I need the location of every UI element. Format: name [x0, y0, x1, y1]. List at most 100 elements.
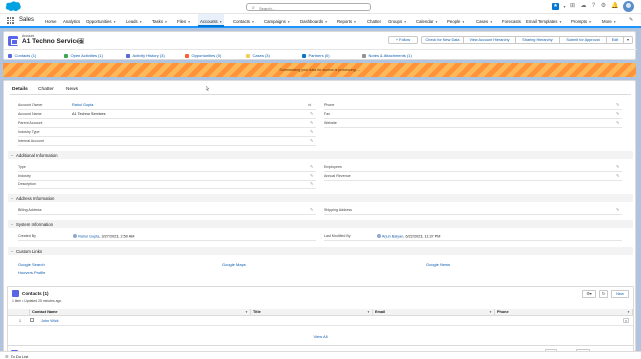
view-all-link[interactable]: View All: [8, 334, 633, 339]
new-contact-button[interactable]: New: [611, 290, 629, 298]
section-address-information[interactable]: ⌄ Address Information: [8, 194, 633, 202]
nav-item-analytics[interactable]: Analytics: [63, 14, 80, 27]
nav-item-forecasts[interactable]: Forecasts: [502, 14, 521, 27]
app-launcher-icon[interactable]: [7, 17, 14, 24]
more-actions-chevron-icon[interactable]: ▾: [624, 36, 633, 44]
quick-link-contacts[interactable]: Contacts (1): [8, 53, 36, 58]
nav-item-reports[interactable]: Reports ▼: [337, 14, 357, 27]
section-title: Additional Information: [16, 153, 58, 158]
nav-item-leads[interactable]: Leads ▼: [126, 14, 142, 27]
quick-link-open-activities[interactable]: Open Activities (1): [64, 53, 103, 58]
submit-for-approval-button[interactable]: Submit for Approval: [560, 36, 607, 44]
edit-pencil-icon[interactable]: ✎: [616, 120, 619, 125]
sharing-hierarchy-button[interactable]: Sharing Hierarchy: [516, 36, 560, 44]
column-header-contact-name[interactable]: Contact Name ▼: [30, 309, 251, 316]
edit-pencil-icon[interactable]: ✎: [616, 207, 619, 212]
quick-link-cases[interactable]: Cases (3): [246, 53, 270, 58]
edit-pencil-icon[interactable]: ✎: [310, 173, 313, 178]
help-icon[interactable]: ?: [590, 3, 597, 10]
nav-item-prompts[interactable]: Prompts ▼: [571, 14, 591, 27]
chevron-down-icon: ⌄: [10, 195, 14, 200]
custom-link-hoovers-profile[interactable]: Hoovers Profile: [18, 270, 45, 275]
follow-button[interactable]: + Follow: [388, 36, 418, 44]
edit-pencil-icon[interactable]: ✎: [616, 111, 619, 116]
modified-by-user-link[interactable]: Arjun Balyan: [382, 235, 404, 239]
custom-link-google-search[interactable]: Google Search: [18, 262, 45, 267]
custom-link-google-maps[interactable]: Google Maps: [222, 262, 246, 267]
nav-item-tasks[interactable]: Tasks ▼: [152, 14, 167, 27]
user-avatar[interactable]: [623, 1, 634, 12]
field-value-account-owner[interactable]: Rahul Gupta: [72, 103, 93, 107]
nav-item-campaigns[interactable]: Campaigns ▼: [264, 14, 290, 27]
section-custom-links[interactable]: ⌄ Custom Links: [8, 247, 633, 255]
utility-item-todo-list[interactable]: ☰ To Do List: [5, 354, 28, 359]
record-header: Account A1 Techno Services ⧉ + Follow Ch…: [3, 31, 637, 60]
edit-pencil-icon[interactable]: ✎: [310, 164, 313, 169]
edit-pencil-icon[interactable]: ✎: [616, 102, 619, 107]
field-label-industry: Industry: [18, 174, 31, 178]
check-new-data-button[interactable]: Check for New Data: [421, 36, 464, 44]
edit-pencil-icon[interactable]: ✎: [616, 173, 619, 178]
edit-pencil-icon[interactable]: ✎: [616, 164, 619, 169]
column-header-phone[interactable]: Phone ▼: [495, 309, 633, 316]
edit-pencil-icon[interactable]: ✎: [310, 129, 313, 134]
contacts-icon: [8, 53, 12, 58]
favorites-dropdown-icon[interactable]: ▾: [561, 3, 568, 10]
field-label-website: Website: [324, 121, 337, 125]
modified-by-date: , 6/22/2023, 11:37 PM: [403, 234, 441, 239]
notification-bell-icon[interactable]: 🔔: [611, 3, 618, 10]
edit-pencil-icon[interactable]: ✎: [310, 181, 313, 186]
salesforce-logo[interactable]: [5, 1, 21, 12]
processing-banner: Summarizing your data for access is proc…: [3, 63, 636, 77]
global-search-input[interactable]: ⌕ Search...: [246, 3, 371, 11]
edit-nav-pencil-icon[interactable]: ✎: [629, 17, 633, 23]
tab-chatter[interactable]: Chatter: [38, 87, 54, 92]
record-title: A1 Techno Services: [22, 38, 84, 45]
nav-item-cases[interactable]: Cases ▼: [476, 14, 493, 27]
column-header-title[interactable]: Title ▼: [251, 309, 373, 316]
edit-pencil-icon[interactable]: ✎: [310, 120, 313, 125]
section-additional-information[interactable]: ⌄ Additional Information: [8, 151, 633, 159]
view-account-hierarchy-button[interactable]: View Account Hierarchy: [464, 36, 516, 44]
column-header-email[interactable]: Email ▼: [373, 309, 495, 316]
nav-item-home[interactable]: Home: [45, 14, 56, 27]
nav-item-calendar[interactable]: Calendar ▼: [416, 14, 438, 27]
edit-button[interactable]: Edit: [607, 36, 624, 44]
list-settings-gear-icon[interactable]: ⚙▾: [582, 290, 596, 298]
favorites-star-icon[interactable]: ★: [552, 3, 559, 10]
edit-pencil-icon[interactable]: ✎: [310, 207, 313, 212]
created-by-user-link[interactable]: Rahul Gupta: [78, 235, 99, 239]
row-actions-chevron-icon[interactable]: ▾: [623, 317, 629, 323]
quick-link-notes-attachments[interactable]: Notes & Attachments (1): [362, 53, 412, 58]
tab-news[interactable]: News: [66, 87, 78, 92]
nav-item-opportunities[interactable]: Opportunities ▼: [86, 14, 116, 27]
row-checkbox[interactable]: [30, 318, 34, 322]
refresh-icon[interactable]: ↻: [599, 290, 608, 298]
related-list-title[interactable]: Contacts (1): [22, 291, 49, 296]
nav-item-email-templates[interactable]: Email Templates ▼: [526, 14, 562, 27]
setup-gear-icon[interactable]: ⚙: [600, 3, 607, 10]
field-label-created-by: Created By: [18, 234, 36, 238]
nav-item-chatter[interactable]: Chatter: [367, 14, 381, 27]
contact-name-link[interactable]: John Wick: [41, 319, 59, 323]
quick-link-opportunities[interactable]: Opportunities (0): [185, 53, 221, 58]
nav-item-groups[interactable]: Groups ▼: [388, 14, 407, 27]
add-icon[interactable]: ⊞: [569, 3, 576, 10]
section-system-information[interactable]: ⌄ System Information: [8, 220, 633, 228]
nav-item-contacts[interactable]: Contacts ▼: [233, 14, 254, 27]
nav-item-more[interactable]: More ▼: [602, 14, 616, 27]
hierarchy-icon[interactable]: ⧉: [78, 38, 84, 44]
edit-pencil-icon[interactable]: ✎: [310, 111, 313, 116]
nav-item-dashboards[interactable]: Dashboards ▼: [300, 14, 328, 27]
change-owner-icon[interactable]: ⇄: [308, 102, 311, 107]
quick-link-activity-history[interactable]: Activity History (3): [126, 53, 165, 58]
trailhead-icon[interactable]: ☁: [580, 3, 587, 10]
nav-item-accounts[interactable]: Accounts ▼: [198, 14, 225, 27]
nav-item-files[interactable]: Files ▼: [177, 14, 191, 27]
quick-link-partners[interactable]: Partners (0): [302, 53, 330, 58]
nav-item-people[interactable]: People ▼: [447, 14, 465, 27]
edit-pencil-icon[interactable]: ✎: [310, 138, 313, 143]
custom-link-google-news[interactable]: Google News: [426, 262, 450, 267]
chevron-down-icon: ▼: [353, 19, 357, 24]
user-avatar-icon: [73, 234, 77, 238]
